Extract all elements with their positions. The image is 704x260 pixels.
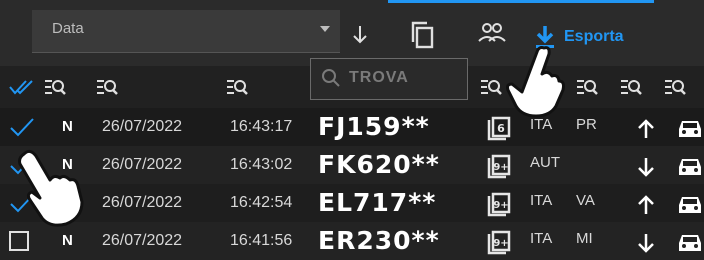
car-icon [679,235,701,251]
time-cell: 16:43:02 [230,156,293,173]
arrow-up-icon [638,119,654,138]
copy-icon[interactable] [408,20,436,50]
chevron-down-icon [320,26,330,32]
province-cell: PR [576,116,597,133]
car-icon [679,197,701,213]
vehicle-class-label: 9+ [493,200,508,211]
vehicle-class-label: 9+ [493,162,508,173]
filter-search-icon[interactable] [44,78,66,96]
plate-cell: FJ159** [318,112,430,141]
country-cell: AUT [530,154,560,171]
active-tab-indicator [388,0,654,3]
time-cell: 16:43:17 [230,118,293,135]
date-cell: 26/07/2022 [102,118,183,135]
filter-search-icon[interactable] [226,78,248,96]
toolbar: Data Esporta [0,0,704,66]
vehicle-class-label: 9+ [493,238,508,249]
arrow-down-icon [638,234,654,253]
plate-cell: FK620** [318,150,440,179]
filter-search-icon[interactable] [620,78,642,96]
date-cell: 26/07/2022 [102,156,183,173]
date-cell: 26/07/2022 [102,232,183,249]
check-icon[interactable] [8,117,36,137]
export-label: Esporta [564,28,624,45]
checkbox-icon[interactable] [8,231,36,251]
arrow-up-icon [638,195,654,214]
flag-cell: N [62,232,73,249]
sort-field-select[interactable]: Data [32,10,340,53]
vehicle-class-icon: 9+ [487,230,511,255]
filter-search-icon[interactable] [480,78,502,96]
hand-pointer-icon [18,149,84,227]
date-cell: 26/07/2022 [102,194,183,211]
filter-search-icon[interactable] [576,78,598,96]
vehicle-class-label: 6 [497,122,505,135]
filter-search-icon[interactable] [96,78,118,96]
country-cell: ITA [530,230,553,247]
search-icon [322,69,340,87]
car-icon [679,159,701,175]
car-icon [679,121,701,137]
table-row[interactable]: N 26/07/2022 16:43:17 FJ159** 6 ITA PR [0,108,704,146]
select-all-icon[interactable] [8,78,36,96]
vehicle-class-icon: 9+ [487,154,511,179]
time-cell: 16:41:56 [230,232,293,249]
filter-search-icon[interactable] [664,78,686,96]
country-cell: ITA [530,192,553,209]
table-row[interactable]: N 26/07/2022 16:42:54 EL717** 9+ ITA VA [0,184,704,222]
plate-cell: EL717** [318,188,437,217]
people-icon[interactable] [478,22,506,44]
province-cell: VA [576,192,595,209]
flag-cell: N [62,118,73,135]
table-row[interactable]: N 26/07/2022 16:43:02 FK620** 9+ AUT [0,146,704,184]
vehicle-class-icon: 9+ [487,192,511,217]
plate-cell: ER230** [318,226,440,255]
table-row[interactable]: N 26/07/2022 16:41:56 ER230** 9+ ITA MI [0,222,704,260]
arrow-down-icon [638,158,654,177]
sort-field-value: Data [52,20,84,37]
province-cell: MI [576,230,593,247]
search-input[interactable]: TROVA [310,58,468,100]
hand-pointer-icon [506,46,565,118]
time-cell: 16:42:54 [230,194,293,211]
sort-down-icon[interactable] [350,24,370,46]
search-placeholder: TROVA [349,69,409,86]
